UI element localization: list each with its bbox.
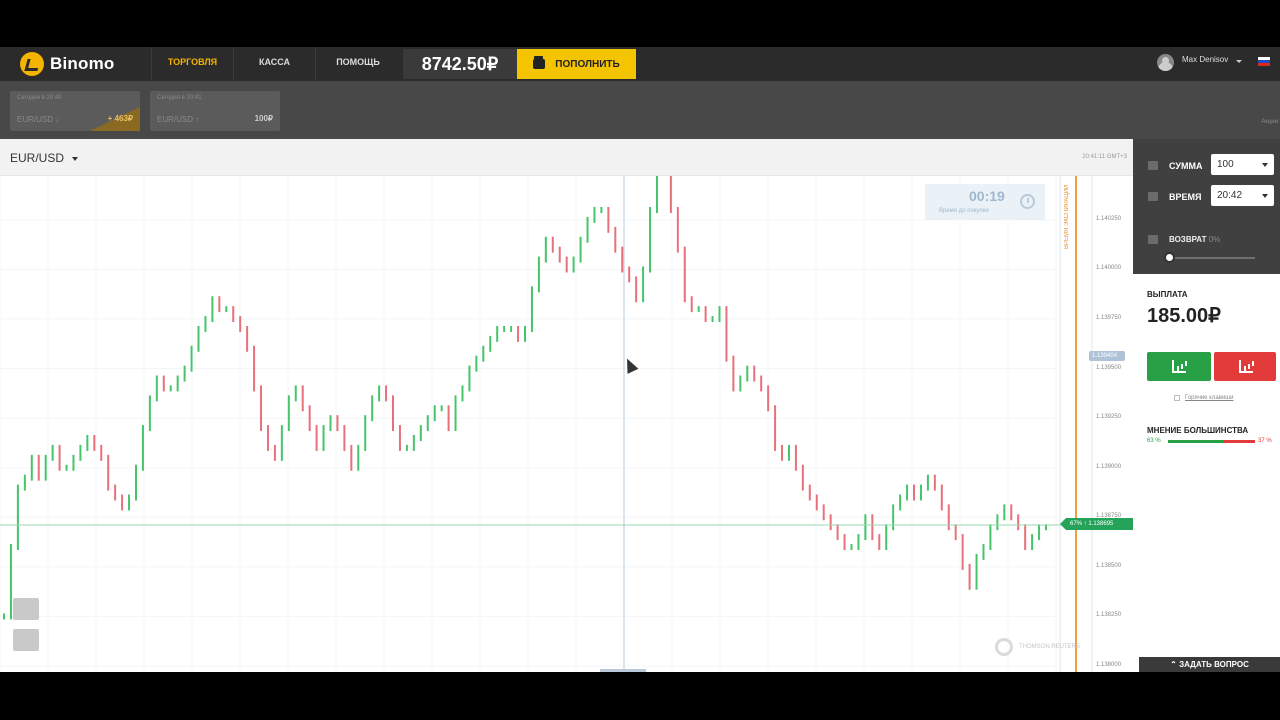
wallet-icon xyxy=(533,56,546,69)
y-tick-label: 1.139750 xyxy=(1096,315,1122,322)
majority-bar-fill xyxy=(1168,440,1223,443)
user-name[interactable]: Max Denisov xyxy=(1182,55,1228,64)
deal-card[interactable]: Сегодня в 20:41 EUR/USD ↑ 100₽ xyxy=(150,91,280,131)
logo[interactable]: Binomo xyxy=(20,51,114,77)
deals-bar: Сегодня в 20:40 EUR/USD ↓ + 463₽ Сегодня… xyxy=(0,81,1280,139)
y-tick-label: 1.140250 xyxy=(1096,215,1122,222)
deal-time: Сегодня в 20:41 xyxy=(157,95,202,101)
chart-canvas[interactable] xyxy=(0,176,1133,672)
purchase-timer: 00:19 Время до покупки xyxy=(925,184,1045,220)
promotions-link[interactable]: Акции xyxy=(1261,119,1278,125)
expiry-label: ВРЕМЯ ЭКСПИРАЦИИ xyxy=(1064,184,1070,250)
amount-row: СУММА 100 xyxy=(1133,154,1280,182)
deal-pair: EUR/USD ↑ xyxy=(157,115,200,124)
asset-name: EUR/USD xyxy=(10,151,65,165)
russian-flag-icon[interactable] xyxy=(1258,57,1270,66)
current-price-tag: 67% ↑ 1.138695 xyxy=(1060,518,1133,530)
chevron-down-icon[interactable] xyxy=(1236,60,1242,63)
wallet-icon xyxy=(1148,161,1158,170)
asset-selector[interactable]: EUR/USD xyxy=(10,151,79,165)
y-tick-label: 1.140000 xyxy=(1096,265,1122,272)
deal-amount: 100₽ xyxy=(254,114,273,123)
deposit-label: ПОПОЛНИТЬ xyxy=(555,58,620,70)
deal-pair: EUR/USD ↓ xyxy=(17,115,60,124)
server-time: 20:41:11 GMT+3 xyxy=(1082,154,1127,160)
y-tick-label: 1.138250 xyxy=(1096,612,1122,619)
reuters-logo-icon xyxy=(995,638,1013,656)
y-tick-label: 1.138500 xyxy=(1096,562,1122,569)
top-bar: Binomo ТОРГОВЛЯ КАССА ПОМОЩЬ 8742.50₽ ПО… xyxy=(0,47,1280,81)
binomo-logo-icon xyxy=(20,52,44,76)
amount-label: СУММА xyxy=(1169,161,1203,171)
clock-icon xyxy=(1148,192,1158,201)
deal-time: Сегодня в 20:40 xyxy=(17,95,62,101)
put-down-button[interactable] xyxy=(1214,352,1276,381)
nav-trading[interactable]: ТОРГОВЛЯ xyxy=(151,47,233,81)
price-chart[interactable]: 00:19 Время до покупки ВРЕМЯ ЭКСПИРАЦИИ … xyxy=(0,176,1133,672)
time-row: ВРЕМЯ 20:42 xyxy=(1133,185,1280,213)
timer-value: 00:19 xyxy=(969,188,1005,204)
stopwatch-icon xyxy=(1020,194,1035,209)
deposit-button[interactable]: ПОПОЛНИТЬ xyxy=(517,49,636,79)
majority-up-value: 63 % xyxy=(1147,438,1161,444)
watermark: THOMSON REUTERS xyxy=(995,638,1080,656)
majority-down-value: 37 % xyxy=(1258,438,1272,444)
watermark-text: THOMSON REUTERS xyxy=(1019,644,1081,650)
avatar[interactable] xyxy=(1157,54,1174,71)
deal-result: + 463₽ xyxy=(90,107,140,131)
call-up-button[interactable] xyxy=(1147,352,1211,381)
majority-bar xyxy=(1168,440,1255,443)
y-tick-label: 1.138000 xyxy=(1096,662,1122,668)
ask-question-button[interactable]: ⌃ ЗАДАТЬ ВОПРОС xyxy=(1139,657,1280,672)
hotkeys-checkbox[interactable] xyxy=(1174,395,1180,401)
app-window: Binomo ТОРГОВЛЯ КАССА ПОМОЩЬ 8742.50₽ ПО… xyxy=(0,47,1280,672)
nav-cashier[interactable]: КАССА xyxy=(233,47,315,81)
timer-label: Время до покупки xyxy=(939,208,989,214)
payout-panel: ВЫПЛАТА 185.00₽ Горячие клавиши МНЕНИЕ Б… xyxy=(1133,274,1280,672)
refund-slider-track[interactable] xyxy=(1169,257,1255,259)
payout-label: ВЫПЛАТА xyxy=(1147,290,1188,299)
chart-down-icon xyxy=(1239,360,1253,373)
chart-type-button[interactable] xyxy=(13,598,39,620)
y-tick-label: 1.139000 xyxy=(1096,463,1122,470)
refund-label: ВОЗВРАТ 0% xyxy=(1169,235,1221,244)
chevron-down-icon xyxy=(72,156,79,161)
time-label: ВРЕМЯ xyxy=(1169,192,1202,202)
payout-value: 185.00₽ xyxy=(1147,305,1221,327)
nav-help[interactable]: ПОМОЩЬ xyxy=(315,47,400,81)
majority-label: МНЕНИЕ БОЛЬШИНСТВА xyxy=(1147,426,1249,435)
trade-settings-panel: СУММА 100 ВРЕМЯ 20:42 ВОЗВРАТ 0% xyxy=(1133,139,1280,274)
cursor-price-tag: 1.139404 xyxy=(1089,351,1125,361)
chart-up-icon xyxy=(1172,360,1186,373)
balance-display[interactable]: 8742.50₽ xyxy=(403,49,517,79)
logo-text: Binomo xyxy=(50,54,115,73)
y-tick-label: 1.139500 xyxy=(1096,364,1122,371)
deal-card[interactable]: Сегодня в 20:40 EUR/USD ↓ + 463₽ xyxy=(10,91,140,131)
shield-icon xyxy=(1148,235,1158,244)
scroll-marker xyxy=(600,669,646,672)
refund-slider-handle[interactable] xyxy=(1164,252,1175,263)
y-tick-label: 1.139250 xyxy=(1096,414,1122,421)
hotkeys-link[interactable]: Горячие клавиши xyxy=(1185,395,1233,401)
amount-input[interactable]: 100 xyxy=(1211,154,1274,175)
time-select[interactable]: 20:42 xyxy=(1211,185,1274,206)
chart-header: EUR/USD 20:41:11 GMT+3 xyxy=(0,139,1133,176)
drawing-tool-button[interactable] xyxy=(13,629,39,651)
